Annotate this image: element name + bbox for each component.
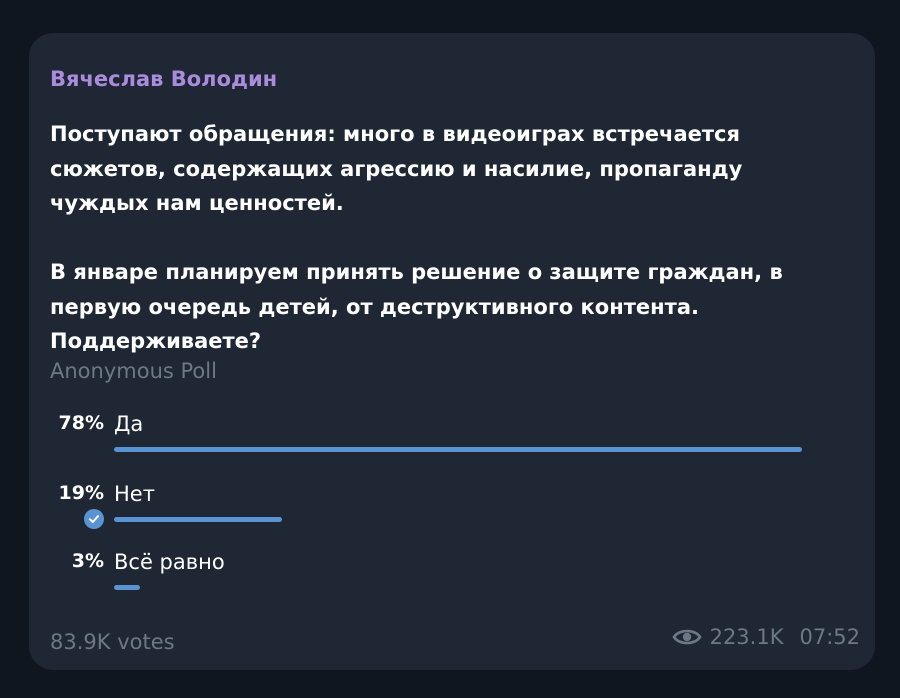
- option-percent: 3%: [71, 550, 104, 572]
- option-label: Всё равно: [114, 550, 225, 574]
- votes-count[interactable]: 83.9K votes: [50, 630, 175, 654]
- views-count: 223.1K: [709, 625, 784, 649]
- author-name[interactable]: Вячеслав Володин: [50, 67, 277, 91]
- option-result-bar: [114, 585, 140, 590]
- option-percent: 78%: [58, 412, 104, 434]
- message-bubble: Вячеслав Володин Поступают обращения: мн…: [29, 33, 875, 670]
- poll-option-0[interactable]: 78% Да: [29, 412, 875, 472]
- poll-option-2[interactable]: 3% Всё равно: [29, 550, 875, 610]
- option-result-bar: [114, 517, 282, 522]
- check-circle-icon: [84, 509, 104, 529]
- option-label: Нет: [114, 482, 155, 506]
- message-meta: 223.1K 07:52: [672, 625, 860, 649]
- message-time: 07:52: [799, 625, 860, 649]
- poll-option-1[interactable]: 19% Нет: [29, 482, 875, 542]
- poll-question: Поступают обращения: много в видеоиграх …: [50, 122, 783, 353]
- option-label: Да: [114, 412, 144, 436]
- eye-icon: [672, 627, 702, 647]
- option-percent: 19%: [58, 482, 104, 504]
- poll-type-label: Anonymous Poll: [50, 359, 217, 383]
- option-result-bar: [114, 447, 802, 452]
